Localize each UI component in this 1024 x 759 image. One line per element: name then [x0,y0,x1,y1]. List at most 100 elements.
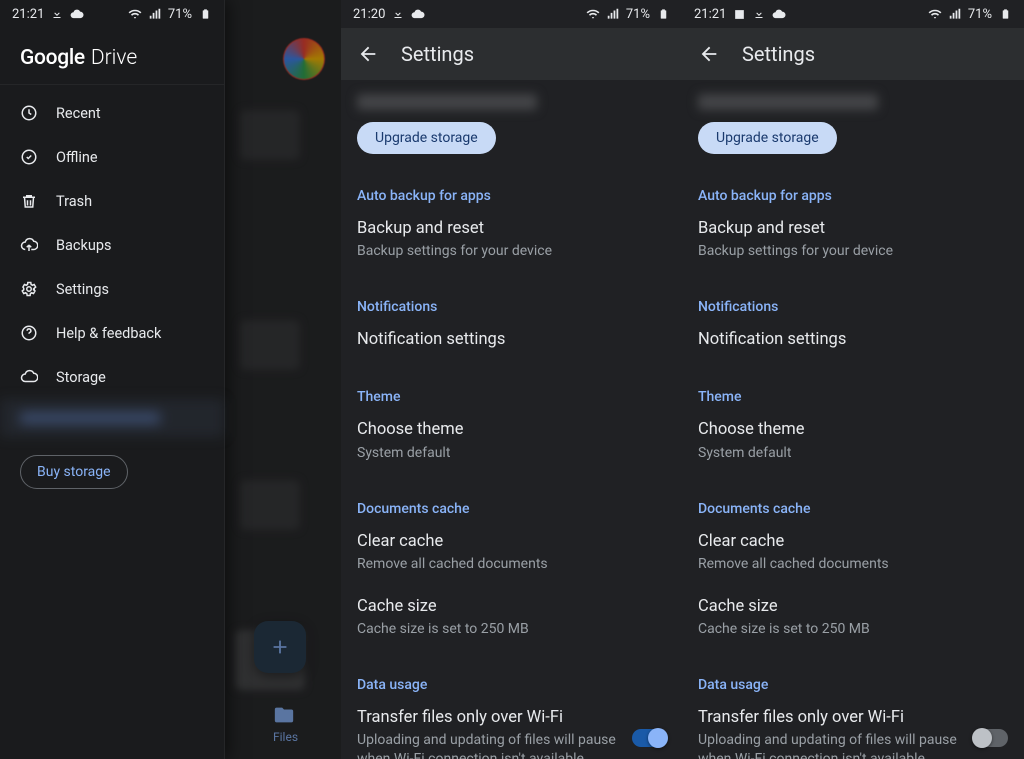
appbar: Settings [682,28,1024,80]
offline-icon [20,148,38,166]
item-title: Clear cache [698,531,1008,553]
wifi-icon [586,7,600,21]
item-cache-size[interactable]: Cache size Cache size is set to 250 MB [357,596,666,639]
section-theme: Theme [357,389,666,405]
drawer-item-storage[interactable]: Storage [0,355,224,399]
wifi-only-toggle[interactable] [632,729,666,747]
item-subtitle: Uploading and updating of files will pau… [698,731,964,759]
status-time: 21:20 [353,7,385,22]
item-title: Backup and reset [357,218,666,240]
cloud-icon [411,7,425,21]
section-auto-backup: Auto backup for apps [357,188,666,204]
signal-icon [606,7,620,21]
item-clear-cache[interactable]: Clear cache Remove all cached documents [357,531,666,574]
drawer-title: Google Drive [0,28,224,85]
cloud-icon [772,7,786,21]
status-time: 21:21 [12,7,44,22]
section-notifications: Notifications [698,299,1008,315]
wifi-icon [928,7,942,21]
status-bar: 21:21 71% [0,0,224,28]
section-notifications: Notifications [357,299,666,315]
section-documents-cache: Documents cache [357,501,666,517]
status-battery: 71% [168,7,192,22]
item-backup-reset[interactable]: Backup and reset Backup settings for you… [698,218,1008,261]
signal-icon [148,7,162,21]
upgrade-storage-button[interactable]: Upgrade storage [698,122,837,154]
drawer-item-recent[interactable]: Recent [0,91,224,135]
item-title: Cache size [698,596,1008,618]
wifi-only-toggle[interactable] [974,729,1008,747]
item-clear-cache[interactable]: Clear cache Remove all cached documents [698,531,1008,574]
drawer-item-label: Storage [56,369,106,386]
back-button[interactable] [357,43,379,65]
wifi-icon [128,7,142,21]
item-subtitle: System default [357,444,627,463]
appbar: Settings [341,28,682,80]
drawer-list: Recent Offline Trash Backups Settings [0,85,224,495]
drawer-item-trash[interactable]: Trash [0,179,224,223]
item-subtitle: Cache size is set to 250 MB [357,620,627,639]
item-subtitle: Backup settings for your device [357,242,627,261]
item-wifi-only[interactable]: Transfer files only over Wi-Fi Uploading… [698,707,1008,759]
item-title: Choose theme [357,419,666,441]
page-title: Settings [401,42,474,66]
item-subtitle: Remove all cached documents [698,555,968,574]
image-icon [732,7,746,21]
item-cache-size[interactable]: Cache size Cache size is set to 250 MB [698,596,1008,639]
status-time: 21:21 [694,7,726,22]
item-title: Transfer files only over Wi-Fi [698,707,964,729]
brand-google: Google [20,46,85,70]
back-button[interactable] [698,43,720,65]
drawer-item-backups[interactable]: Backups [0,223,224,267]
download-icon [752,7,766,21]
settings-body: Upgrade storage Auto backup for apps Bac… [682,94,1024,759]
section-auto-backup: Auto backup for apps [698,188,1008,204]
pane-drive-drawer: Files 21:21 71% Google Drive [0,0,341,759]
pane-settings-on: 21:20 71% Settings Upgrade storage Auto … [341,0,682,759]
item-backup-reset[interactable]: Backup and reset Backup settings for you… [357,218,666,261]
drawer-scrim[interactable] [225,0,341,759]
item-title: Choose theme [698,419,1008,441]
drawer-item-help[interactable]: Help & feedback [0,311,224,355]
storage-usage-blurred [357,94,537,110]
item-title: Notification settings [698,329,1008,351]
settings-body: Upgrade storage Auto backup for apps Bac… [341,94,682,759]
drawer-storage-usage [0,399,224,437]
section-theme: Theme [698,389,1008,405]
battery-icon [656,7,670,21]
status-bar: 21:20 71% [341,0,682,28]
item-notification-settings[interactable]: Notification settings [357,329,666,351]
drawer-item-label: Offline [56,149,98,166]
help-icon [20,324,38,342]
drawer-item-offline[interactable]: Offline [0,135,224,179]
item-wifi-only[interactable]: Transfer files only over Wi-Fi Uploading… [357,707,666,759]
section-documents-cache: Documents cache [698,501,1008,517]
item-subtitle: Backup settings for your device [698,242,968,261]
download-icon [50,7,64,21]
pane-settings-off: 21:21 71% Settings Upgrade storage Auto … [682,0,1024,759]
storage-usage-blurred [698,94,878,110]
status-battery: 71% [968,7,992,22]
item-subtitle: Uploading and updating of files will pau… [357,731,622,759]
drawer-item-label: Help & feedback [56,325,161,342]
download-icon [391,7,405,21]
cloud-icon [70,7,84,21]
drawer-item-label: Recent [56,105,101,122]
clock-icon [20,104,38,122]
battery-icon [198,7,212,21]
signal-icon [948,7,962,21]
battery-icon [998,7,1012,21]
drawer-item-settings[interactable]: Settings [0,267,224,311]
trash-icon [20,192,38,210]
cloud-icon [20,368,38,386]
item-title: Clear cache [357,531,666,553]
section-data-usage: Data usage [698,677,1008,693]
item-choose-theme[interactable]: Choose theme System default [698,419,1008,462]
item-title: Cache size [357,596,666,618]
item-notification-settings[interactable]: Notification settings [698,329,1008,351]
buy-storage-button[interactable]: Buy storage [20,455,128,489]
upgrade-storage-button[interactable]: Upgrade storage [357,122,496,154]
drawer-item-label: Settings [56,281,109,298]
item-subtitle: Remove all cached documents [357,555,627,574]
item-choose-theme[interactable]: Choose theme System default [357,419,666,462]
